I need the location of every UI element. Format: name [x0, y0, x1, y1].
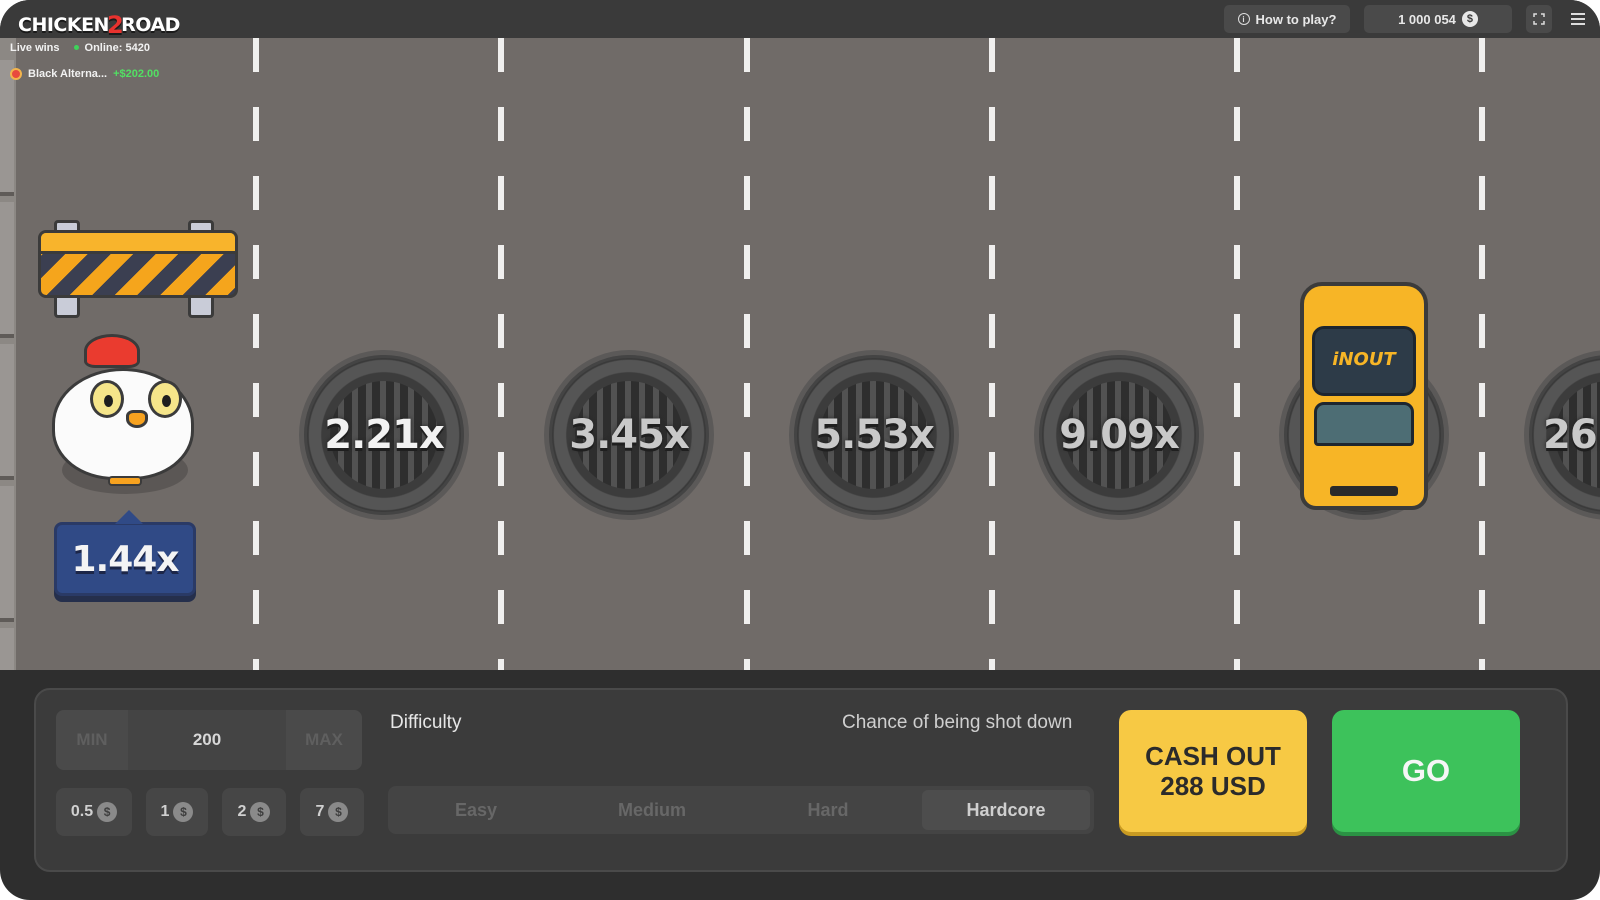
player-avatar [10, 68, 22, 80]
online-count: Online: 5420 [84, 42, 150, 54]
chicken-character [48, 328, 198, 498]
taxi-sign: iNOUT [1332, 348, 1396, 370]
bet-amount-input[interactable]: 200 [128, 710, 286, 770]
taxi-windshield [1314, 402, 1414, 446]
lane-manhole[interactable]: 3.45x [544, 350, 714, 520]
quick-bet-value: 1 [160, 803, 170, 820]
chicken-beak [126, 410, 148, 428]
difficulty-selector: Easy Medium Hard Hardcore [388, 786, 1094, 834]
hamburger-menu-icon [1571, 13, 1585, 25]
logo-text-2: ROAD [121, 14, 180, 36]
cash-out-label: CASH OUT [1145, 741, 1281, 771]
dollar-coin-icon: $ [1461, 11, 1478, 27]
sidewalk-curb [0, 628, 14, 670]
dollar-coin-icon: $ [328, 802, 349, 822]
cash-out-amount: 288 USD [1160, 771, 1266, 801]
cash-out-button[interactable]: CASH OUT 288 USD [1119, 710, 1307, 832]
quick-bet-button[interactable]: 7 $ [300, 788, 364, 836]
lane-multiplier: 2.21x [324, 412, 444, 458]
chicken-eye [90, 380, 124, 418]
chance-label: Chance of being shot down [842, 712, 1073, 733]
online-dot-icon [73, 45, 79, 50]
lane-divider [1479, 38, 1485, 670]
difficulty-hard[interactable]: Hard [744, 790, 912, 830]
difficulty-label: Difficulty [390, 712, 462, 733]
lane-divider [989, 38, 995, 670]
lane-divider [744, 38, 750, 670]
sidewalk-curb [0, 60, 14, 196]
go-button[interactable]: GO [1332, 710, 1520, 832]
balance-value: 1 000 054 [1398, 11, 1456, 27]
game-logo: CHICKEN2ROAD [18, 9, 180, 39]
lane-multiplier: 26. [1543, 412, 1600, 458]
quick-bet-button[interactable]: 1 $ [146, 788, 208, 836]
taxi-body [1300, 282, 1428, 510]
road-barrier [38, 220, 238, 320]
live-wins-label: Live wins [10, 42, 60, 54]
chicken-comb [84, 334, 140, 368]
sidewalk-curb [0, 202, 14, 338]
how-to-play-label: How to play? [1255, 11, 1337, 27]
live-stats: Live wins Online: 5420 [10, 42, 150, 54]
quick-bet-value: 7 [315, 803, 325, 820]
fullscreen-button[interactable] [1526, 5, 1552, 33]
barrier-board [38, 230, 238, 298]
taxi-grille [1330, 486, 1398, 496]
difficulty-hardcore[interactable]: Hardcore [922, 790, 1090, 830]
live-win-entry: Black Alterna... +$202.00 [10, 68, 159, 80]
lane-divider [1234, 38, 1240, 670]
top-bar: CHICKEN2ROAD i How to play? 1 000 054 $ [0, 0, 1600, 39]
lane-multiplier: 9.09x [1059, 412, 1179, 458]
logo-text: CHICKEN [18, 14, 109, 36]
lane-multiplier: 3.45x [569, 412, 689, 458]
dollar-coin-icon: $ [97, 802, 118, 822]
lane-multiplier: 5.53x [814, 412, 934, 458]
taxi-car: iNOUT [1300, 282, 1428, 510]
dollar-coin-icon: $ [250, 802, 271, 822]
info-icon: i [1237, 13, 1250, 25]
lane-manhole[interactable]: 5.53x [789, 350, 959, 520]
bet-max-button[interactable]: MAX [286, 710, 362, 770]
lane-divider [253, 38, 259, 670]
difficulty-easy[interactable]: Easy [392, 790, 560, 830]
quick-bet-button[interactable]: 2 $ [222, 788, 286, 836]
current-multiplier-badge: 1.44x [54, 510, 196, 596]
chicken-eye [148, 380, 182, 418]
how-to-play-button[interactable]: i How to play? [1224, 5, 1350, 33]
bet-amount-control: MIN 200 MAX [56, 710, 362, 770]
lane-manhole[interactable]: 26. [1524, 350, 1600, 520]
balance-display: 1 000 054 $ [1364, 5, 1512, 33]
sidewalk-curb [0, 344, 14, 480]
difficulty-medium[interactable]: Medium [568, 790, 736, 830]
quick-bet-value: 2 [237, 803, 247, 820]
menu-button[interactable] [1564, 5, 1592, 33]
lane-manhole[interactable]: 9.09x [1034, 350, 1204, 520]
win-amount: +$202.00 [113, 68, 160, 80]
logo-number: 2 [106, 11, 124, 39]
fullscreen-icon [1533, 13, 1545, 25]
lane-manhole[interactable]: 2.21x [299, 350, 469, 520]
game-window: CHICKEN2ROAD i How to play? 1 000 054 $ [0, 0, 1600, 900]
sidewalk [0, 38, 16, 670]
chicken-feet [108, 476, 142, 486]
dollar-coin-icon: $ [173, 802, 194, 822]
control-panel: MIN 200 MAX 0.5 $ 1 $ 2 $ 7 $ Difficulty… [34, 688, 1568, 872]
bet-min-button[interactable]: MIN [56, 710, 128, 770]
quick-bet-value: 0.5 [70, 803, 94, 820]
lane-divider [498, 38, 504, 670]
sidewalk-curb [0, 486, 14, 622]
player-name: Black Alterna... [28, 68, 108, 80]
quick-bet-button[interactable]: 0.5 $ [56, 788, 132, 836]
road-area: Live wins Online: 5420 Black Alterna... +… [0, 38, 1600, 670]
current-multiplier-value: 1.44x [71, 538, 179, 580]
